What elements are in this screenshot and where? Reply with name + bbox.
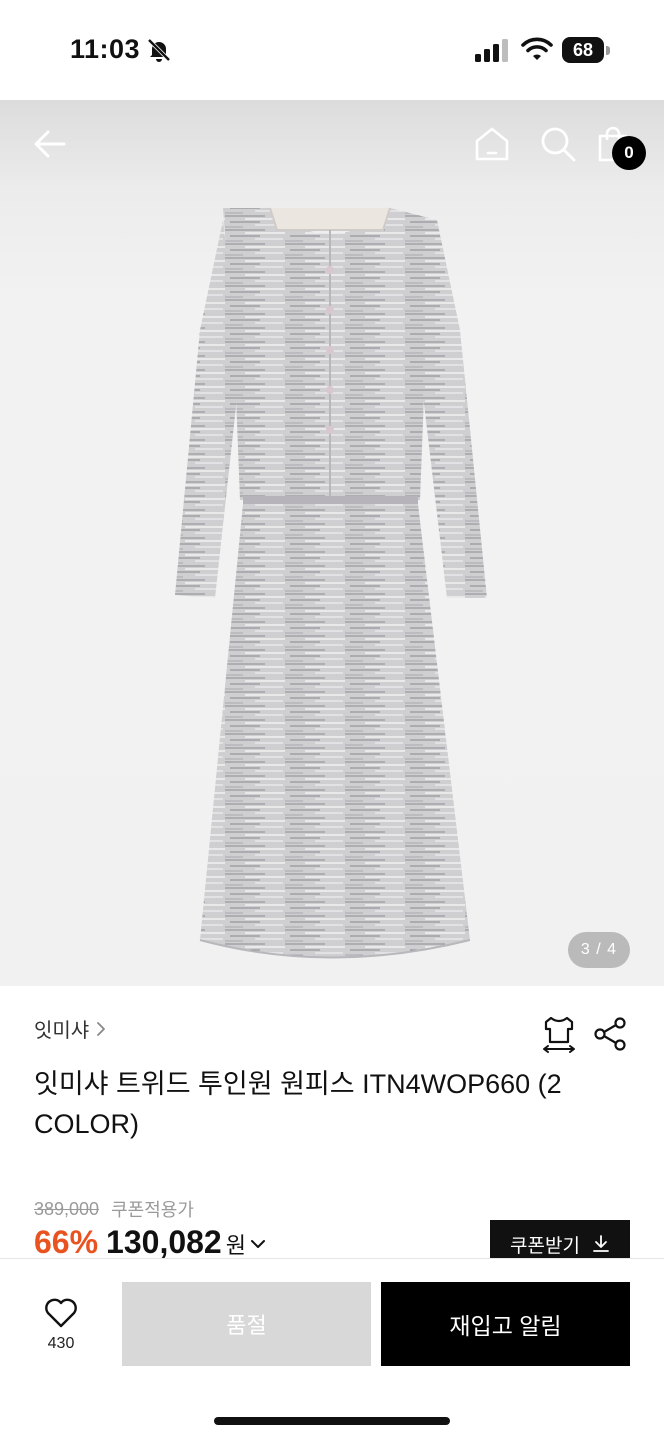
battery-level: 68 bbox=[562, 37, 604, 63]
cart-count-badge: 0 bbox=[612, 136, 646, 170]
chevron-right-icon bbox=[97, 1021, 106, 1036]
status-bar: 11:03 68 bbox=[0, 0, 664, 100]
gallery-page-indicator: 3 / 4 bbox=[568, 932, 630, 968]
product-photo-dress bbox=[175, 207, 487, 959]
download-icon bbox=[593, 1235, 609, 1252]
heart-icon bbox=[45, 1298, 77, 1328]
share-icon[interactable] bbox=[592, 1016, 628, 1052]
bottom-action-bar: 430 품절 재입고 알림 bbox=[0, 1258, 664, 1440]
original-price: 389,000 bbox=[34, 1198, 100, 1219]
sale-price: 130,082 bbox=[106, 1224, 222, 1260]
back-arrow-icon[interactable] bbox=[30, 124, 70, 164]
discount-rate: 66% bbox=[34, 1224, 99, 1260]
home-icon[interactable] bbox=[472, 124, 512, 164]
brand-name: 잇미샤 bbox=[34, 1020, 90, 1042]
bell-off-icon bbox=[147, 38, 171, 62]
search-icon[interactable] bbox=[538, 124, 578, 164]
get-coupon-label: 쿠폰받기 bbox=[510, 1235, 580, 1257]
brand-link[interactable]: 잇미샤 bbox=[34, 1014, 107, 1043]
restock-alert-button[interactable]: 재입고 알림 bbox=[381, 1282, 630, 1366]
currency-label: 원 bbox=[225, 1233, 246, 1258]
like-button[interactable]: 430 bbox=[30, 1297, 92, 1357]
size-guide-icon[interactable] bbox=[538, 1012, 580, 1054]
wifi-icon bbox=[521, 37, 553, 60]
chevron-down-icon[interactable] bbox=[250, 1238, 266, 1250]
home-indicator bbox=[214, 1417, 450, 1425]
like-count: 430 bbox=[47, 1335, 75, 1352]
product-image-gallery[interactable]: 0 3 / 4 bbox=[0, 100, 664, 986]
status-time: 11:03 bbox=[70, 34, 141, 64]
product-title: 잇미샤 트위드 투인원 원피스 ITN4WOP660 (2 COLOR) bbox=[34, 1069, 562, 1139]
battery-icon: 68 bbox=[562, 37, 610, 63]
coupon-price-label: 쿠폰적용가 bbox=[111, 1200, 194, 1220]
original-price-row: 389,000 쿠폰적용가 bbox=[34, 1196, 194, 1222]
cellular-signal-icon bbox=[475, 39, 508, 62]
soldout-button[interactable]: 품절 bbox=[122, 1282, 371, 1366]
